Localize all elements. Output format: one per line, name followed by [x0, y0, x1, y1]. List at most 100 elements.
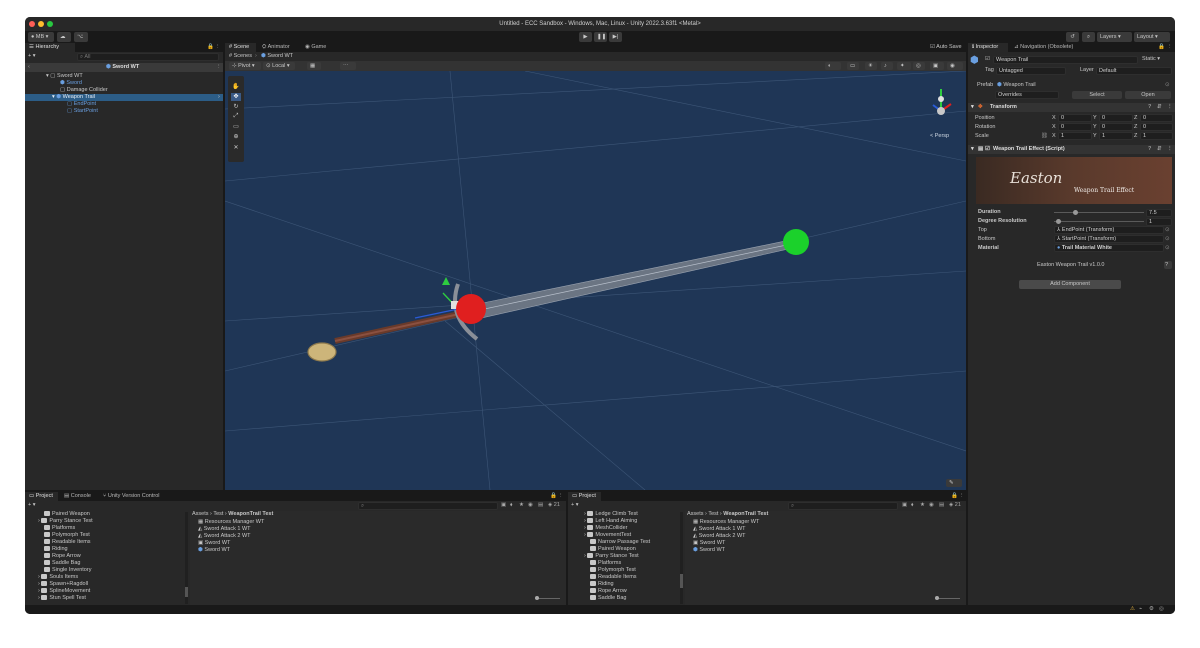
- local-dropdown[interactable]: ⊙ Local ▾: [263, 62, 295, 70]
- tab-animator[interactable]: ⛭ Animator: [258, 43, 298, 52]
- folder-item[interactable]: Single Inventory: [44, 567, 91, 574]
- folder-tree-scrollbar[interactable]: [185, 512, 188, 604]
- icon-size-slider[interactable]: [535, 596, 560, 600]
- step-button[interactable]: ▶|: [609, 32, 622, 42]
- warning-icon[interactable]: ⚠: [1130, 606, 1135, 613]
- tab-navigation[interactable]: ⊿ Navigation (Obsolete): [1010, 43, 1090, 52]
- rect-tool-button[interactable]: ▭: [231, 123, 241, 131]
- asset-item[interactable]: ▦ Resources Manager WT: [693, 519, 759, 526]
- tab-version-control[interactable]: ⑂ Unity Version Control: [99, 492, 171, 501]
- pivot-dropdown[interactable]: ⊹ Pivot ▾: [229, 62, 261, 70]
- degree-resolution-slider-handle[interactable]: [1055, 219, 1061, 224]
- folder-item[interactable]: Riding: [44, 546, 68, 553]
- tab-project[interactable]: ▭ Project: [25, 492, 58, 501]
- startpoint-gizmo[interactable]: [456, 294, 486, 324]
- object-picker-icon[interactable]: ⊙: [1165, 227, 1170, 234]
- active-checkbox[interactable]: ☑: [985, 56, 990, 63]
- duration-slider-handle[interactable]: [1072, 210, 1078, 215]
- help-button[interactable]: ?: [1164, 261, 1172, 269]
- panel-menu-icon[interactable]: ⋮: [1167, 44, 1173, 51]
- search-by-label-icon[interactable]: ⬧: [911, 502, 913, 509]
- effects-button[interactable]: ✦: [897, 62, 911, 70]
- 2d-button[interactable]: ▭: [847, 62, 859, 70]
- project-search-input[interactable]: ⌕: [788, 502, 898, 510]
- folder-tree-scrollbar[interactable]: [680, 512, 683, 604]
- folder-item[interactable]: › Parry Stance Test: [38, 518, 93, 525]
- scene-viewport[interactable]: [225, 71, 966, 490]
- lock-icon[interactable]: 🔒: [951, 493, 958, 500]
- object-picker-icon[interactable]: ⊙: [1165, 245, 1170, 252]
- folder-item[interactable]: Polymorph Test: [590, 567, 636, 574]
- scale-x-field[interactable]: 1: [1058, 132, 1092, 140]
- panel-menu-icon[interactable]: ⋮: [558, 493, 564, 500]
- transform-gizmo[interactable]: [414, 277, 459, 319]
- component-menu-icon[interactable]: ⋮: [1167, 104, 1173, 111]
- object-name-field[interactable]: Weapon Trail: [993, 56, 1138, 64]
- lock-icon[interactable]: 🔒: [550, 493, 557, 500]
- auto-save-toggle[interactable]: ☑ Auto Save: [930, 44, 962, 51]
- script-component-header[interactable]: ▾ ▤ ☑ Weapon Trail Effect (Script) ? ⇵ ⋮: [968, 145, 1175, 154]
- search-button[interactable]: ⌕: [1082, 32, 1095, 42]
- hierarchy-item[interactable]: ▢ EndPoint: [67, 101, 96, 108]
- icon-size-slider[interactable]: [935, 596, 960, 600]
- folder-item[interactable]: › Ledge Climb Test: [584, 511, 638, 518]
- hand-tool-button[interactable]: ✋: [231, 83, 241, 91]
- position-y-field[interactable]: 0: [1099, 114, 1133, 122]
- constrain-proportions-icon[interactable]: ⛓: [1041, 133, 1048, 140]
- hidden-packages-icon[interactable]: ▤: [939, 502, 944, 509]
- preset-icon[interactable]: ⇵: [1157, 104, 1162, 111]
- search-by-type-icon[interactable]: ▣: [501, 502, 506, 509]
- hierarchy-item[interactable]: ▾ ▢ Sword WT: [46, 73, 83, 80]
- increment-snap-button[interactable]: ⋯: [340, 62, 356, 70]
- chevron-right-icon[interactable]: ›: [218, 94, 220, 101]
- favorite-icon[interactable]: ★: [519, 502, 524, 509]
- breadcrumb-root[interactable]: # Scenes: [229, 53, 252, 60]
- folder-item[interactable]: Polymorph Test: [44, 532, 90, 539]
- tab-game[interactable]: ◉ Game: [301, 43, 331, 52]
- asset-item[interactable]: ⬢ Sword WT: [693, 547, 725, 554]
- lock-icon[interactable]: 🔒: [207, 44, 214, 51]
- help-icon[interactable]: ?: [1148, 146, 1151, 153]
- hidden-packages-icon[interactable]: ▤: [538, 502, 543, 509]
- hidden-objects-button[interactable]: ◎: [913, 62, 925, 70]
- folder-item[interactable]: Paired Weapon: [44, 511, 90, 518]
- hierarchy-item[interactable]: ▢ StartPoint: [67, 108, 98, 115]
- select-button[interactable]: Select: [1072, 91, 1122, 99]
- tab-console[interactable]: ▤ Console: [60, 492, 96, 501]
- search-by-label-icon[interactable]: ⬧: [510, 502, 512, 509]
- top-object-field[interactable]: ⅄ EndPoint (Transform): [1054, 226, 1164, 234]
- play-button[interactable]: ▶: [579, 32, 592, 42]
- gizmos-button[interactable]: ◉: [947, 62, 963, 70]
- help-icon[interactable]: ?: [1148, 104, 1151, 111]
- preset-icon[interactable]: ⇵: [1157, 146, 1162, 153]
- account-dropdown[interactable]: ● MB ▾: [28, 32, 54, 42]
- favorite-icon[interactable]: ★: [920, 502, 925, 509]
- asset-item[interactable]: ▣ Sword WT: [198, 540, 230, 547]
- orientation-gizmo[interactable]: [932, 89, 952, 115]
- folder-item[interactable]: › Souls Items: [38, 574, 78, 581]
- minimize-window-button[interactable]: [38, 21, 44, 27]
- project-search-input[interactable]: ⌕: [358, 502, 498, 510]
- asset-item[interactable]: ◭ Sword Attack 2 WT: [198, 533, 251, 540]
- custom-tool-button[interactable]: ✕: [231, 144, 241, 152]
- asset-item[interactable]: ◭ Sword Attack 1 WT: [693, 526, 746, 533]
- folder-item[interactable]: Paired Weapon: [590, 546, 636, 553]
- folder-item[interactable]: › MeshCollider: [584, 525, 627, 532]
- folder-item[interactable]: Saddle Bag: [590, 595, 626, 602]
- folder-item[interactable]: Rope Arrow: [44, 553, 81, 560]
- folder-item[interactable]: › Left Hand Aiming: [584, 518, 637, 525]
- rotation-z-field[interactable]: 0: [1140, 123, 1173, 131]
- position-z-field[interactable]: 0: [1140, 114, 1173, 122]
- folder-item[interactable]: Riding: [590, 581, 614, 588]
- layer-dropdown[interactable]: Default: [1096, 67, 1172, 75]
- cloud-button[interactable]: ☁: [57, 32, 71, 42]
- breadcrumb-current[interactable]: ⬢ Sword WT: [261, 53, 293, 60]
- transform-tool-button[interactable]: ⊕: [231, 133, 241, 141]
- open-button[interactable]: Open: [1125, 91, 1171, 99]
- folder-item[interactable]: › Spawn+Ragdoll: [38, 581, 88, 588]
- visibility-icon[interactable]: ◉: [528, 502, 533, 509]
- lock-icon[interactable]: 🔒: [1158, 44, 1165, 51]
- scale-z-field[interactable]: 1: [1140, 132, 1173, 140]
- scale-y-field[interactable]: 1: [1099, 132, 1133, 140]
- search-by-type-icon[interactable]: ▣: [902, 502, 907, 509]
